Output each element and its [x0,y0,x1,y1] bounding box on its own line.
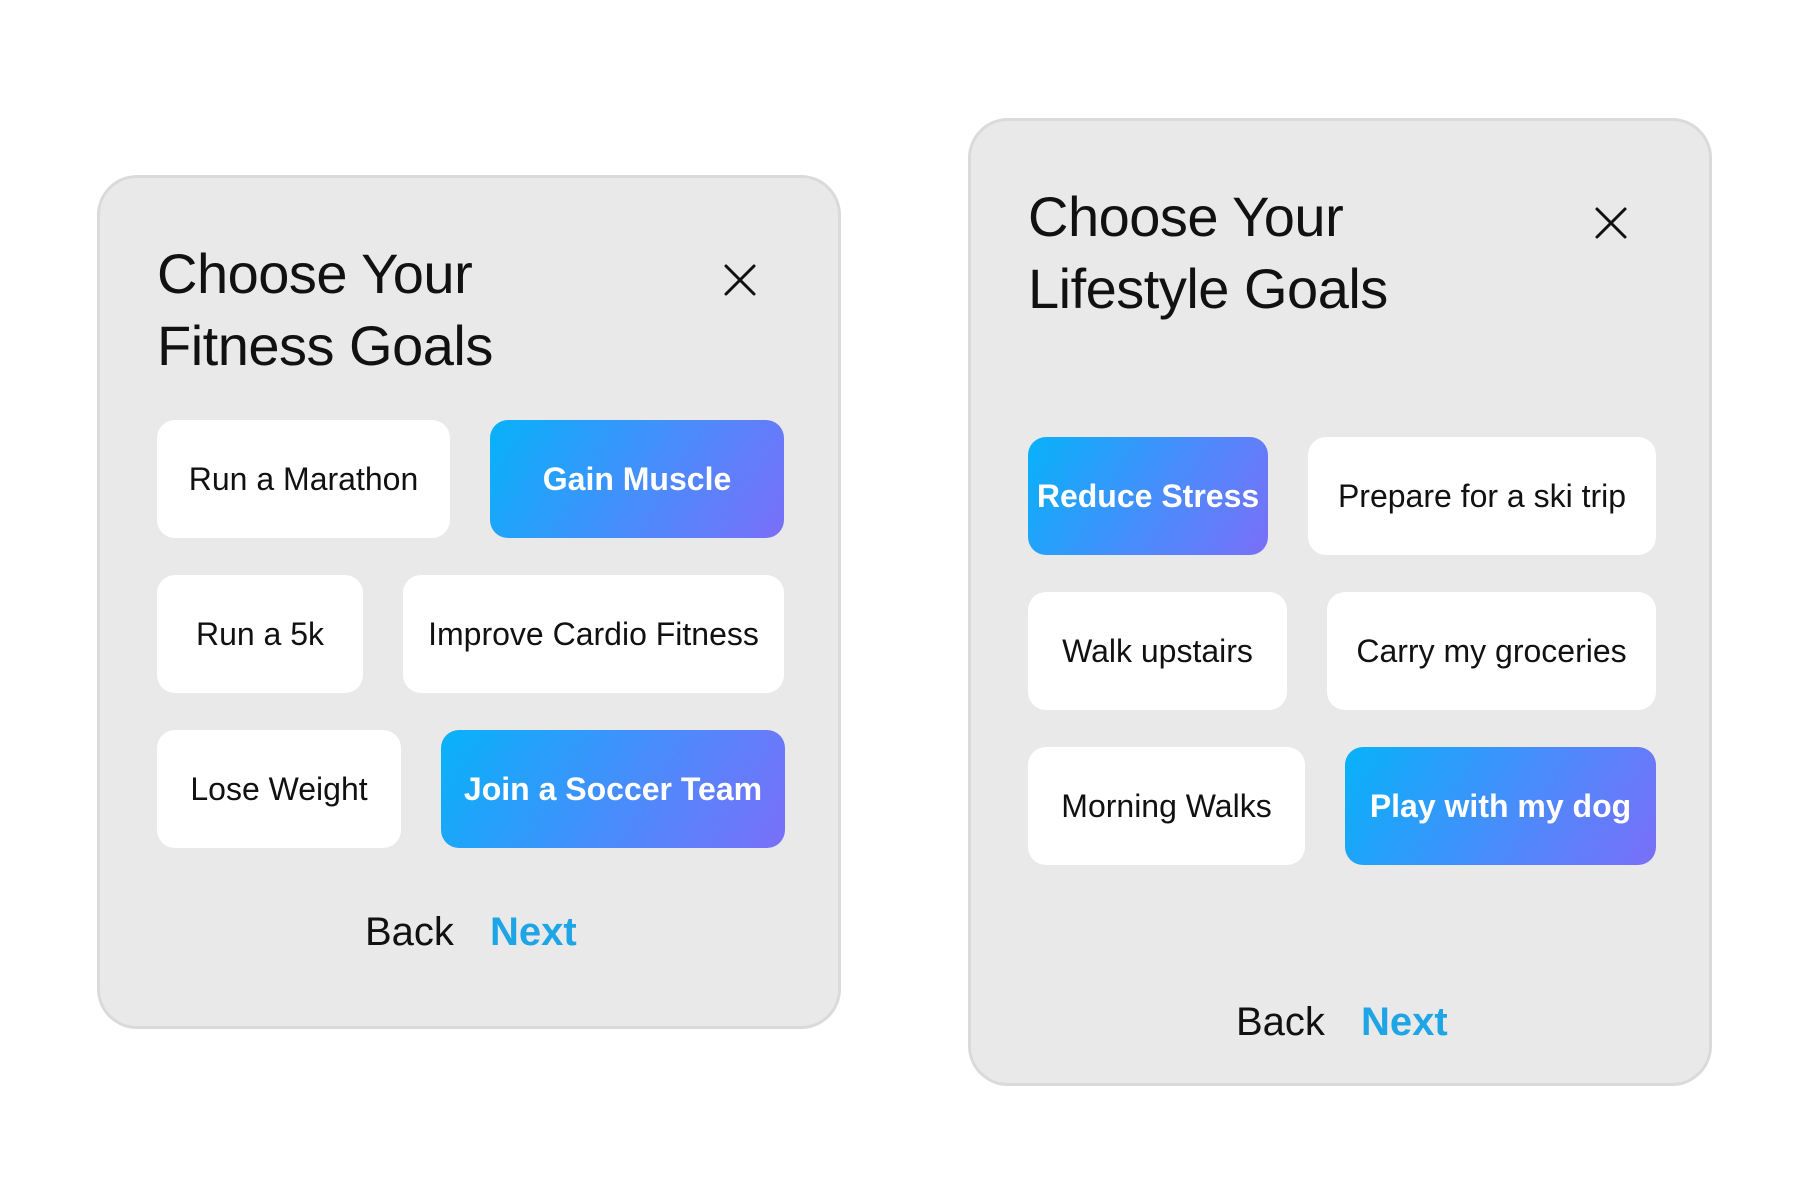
fitness-title-line-1: Choose Your [157,242,473,305]
fitness-option-lose-weight[interactable]: Lose Weight [157,730,401,848]
lifestyle-option-prepare-for-a-ski-trip[interactable]: Prepare for a ski trip [1308,437,1656,555]
fitness-goals-card: Choose Your Fitness Goals Run a Marathon … [97,175,841,1029]
fitness-title-line-2: Fitness Goals [157,314,493,377]
lifestyle-option-morning-walks[interactable]: Morning Walks [1028,747,1305,865]
lifestyle-option-walk-upstairs[interactable]: Walk upstairs [1028,592,1287,710]
lifestyle-close-button[interactable] [1591,203,1631,243]
lifestyle-next-button[interactable]: Next [1361,998,1448,1046]
fitness-card-title: Choose Your Fitness Goals [157,238,493,382]
fitness-option-join-a-soccer-team[interactable]: Join a Soccer Team [441,730,785,848]
lifestyle-back-button[interactable]: Back [1236,998,1325,1046]
lifestyle-card-title: Choose Your Lifestyle Goals [1028,181,1388,325]
fitness-close-button[interactable] [720,260,760,300]
fitness-option-gain-muscle[interactable]: Gain Muscle [490,420,784,538]
close-icon [724,264,756,296]
lifestyle-title-line-1: Choose Your [1028,185,1344,248]
fitness-option-run-a-marathon[interactable]: Run a Marathon [157,420,450,538]
fitness-option-improve-cardio-fitness[interactable]: Improve Cardio Fitness [403,575,784,693]
lifestyle-option-reduce-stress[interactable]: Reduce Stress [1028,437,1268,555]
fitness-back-button[interactable]: Back [365,908,454,956]
lifestyle-goals-card: Choose Your Lifestyle Goals Reduce Stress… [968,118,1712,1086]
lifestyle-option-carry-my-groceries[interactable]: Carry my groceries [1327,592,1656,710]
lifestyle-title-line-2: Lifestyle Goals [1028,257,1388,320]
fitness-next-button[interactable]: Next [490,908,577,956]
close-icon [1595,207,1627,239]
lifestyle-option-play-with-my-dog[interactable]: Play with my dog [1345,747,1656,865]
fitness-option-run-a-5k[interactable]: Run a 5k [157,575,363,693]
